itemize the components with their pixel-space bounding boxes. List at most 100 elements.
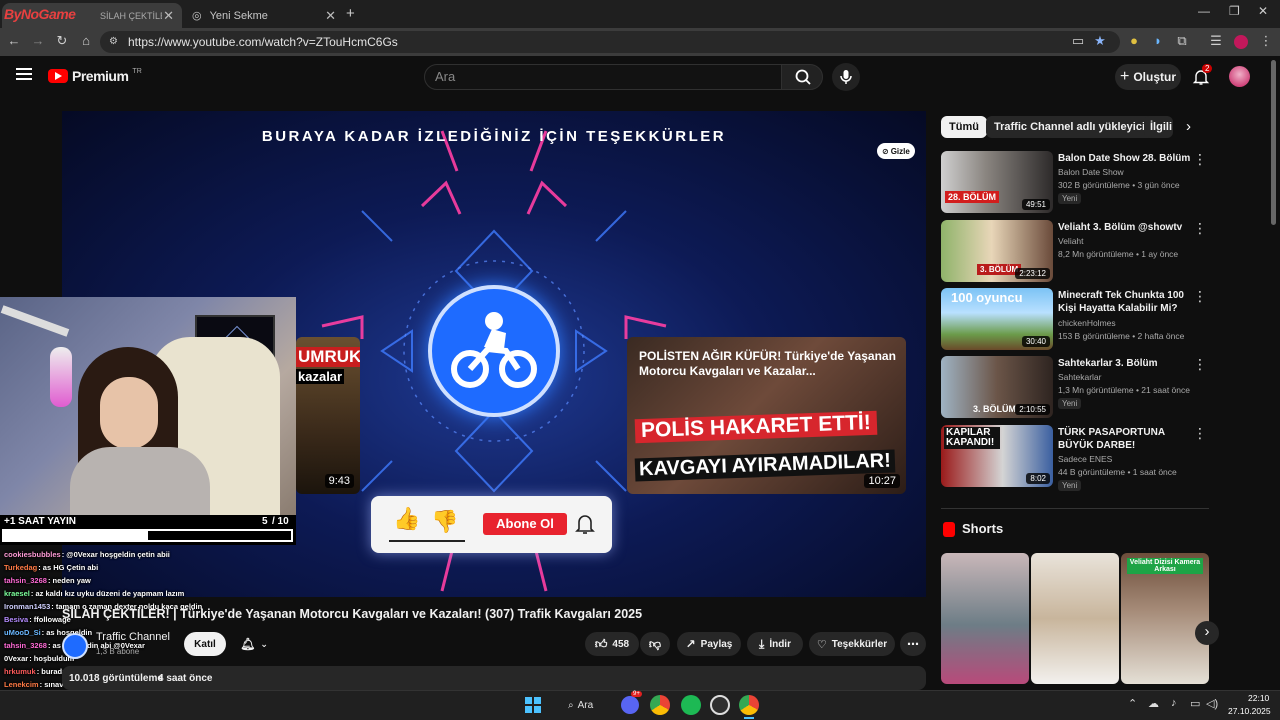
hamburger-icon[interactable]: [16, 68, 32, 80]
menu-icon[interactable]: ⋮: [1256, 33, 1276, 49]
video-title: SİLAH ÇEKTİLER! | Türkiye'de Yaşanan Mot…: [62, 607, 643, 621]
translate-icon[interactable]: ◗: [1148, 33, 1168, 48]
recommendation-item[interactable]: 28. BÖLÜM 49:51 Balon Date Show 28. Bölü…: [941, 151, 1211, 213]
chrome-icon[interactable]: [650, 695, 670, 715]
chevron-down-icon: ⌄: [260, 638, 268, 649]
notifications-button[interactable]: 2: [1192, 64, 1213, 86]
join-button[interactable]: Katıl: [184, 632, 226, 656]
recommendation-item[interactable]: 3. BÖLÜM 2:10:55 Sahtekarlar 3. Bölüm Sa…: [941, 356, 1211, 418]
recommendation-item[interactable]: 3. BÖLÜM 2:23:12 Veliaht 3. Bölüm @showt…: [941, 220, 1211, 282]
reading-list-icon[interactable]: ☰: [1206, 33, 1226, 49]
thumbnail-text: kazalar: [296, 369, 345, 384]
search-button[interactable]: [781, 64, 823, 90]
more-options-icon[interactable]: ⋮: [1193, 425, 1207, 442]
short-caption: Veliaht Dizisi Kamera Arkası: [1127, 558, 1203, 574]
volume-icon[interactable]: ◁): [1206, 697, 1218, 710]
chat-username: Turkedag: [4, 563, 38, 572]
tab-new[interactable]: ◎ Yeni Sekme ✕: [184, 3, 344, 28]
back-icon[interactable]: ←: [4, 33, 24, 48]
download-button[interactable]: ⤓ İndir: [747, 632, 803, 656]
extension-icon[interactable]: ●: [1124, 33, 1144, 48]
dislike-graphic-icon: 👍: [431, 509, 459, 534]
thanks-icon: ♡: [816, 638, 827, 651]
channel-logo-endscreen[interactable]: [428, 285, 560, 417]
endscreen-video-right[interactable]: POLİSTEN AĞIR KÜFÜR! Türkiye'de Yaşanan …: [627, 337, 906, 494]
hide-endscreen-button[interactable]: ⊘ Gizle: [877, 143, 915, 159]
windows-start-icon[interactable]: [522, 694, 544, 716]
chat-text: : neden yaw: [47, 576, 91, 585]
shorts-next-button[interactable]: ›: [1195, 621, 1219, 645]
description-box[interactable]: 10.018 görüntüleme 4 saat önce: [62, 666, 926, 690]
video-duration: 9:43: [324, 474, 354, 488]
share-button[interactable]: ↗ Paylaş: [677, 632, 741, 656]
display-icon[interactable]: ▭: [1190, 697, 1200, 710]
account-avatar[interactable]: [1229, 66, 1250, 87]
taskbar-search[interactable]: ⌕ Ara: [558, 695, 612, 715]
tray-mic-icon[interactable]: ♪: [1171, 697, 1177, 709]
home-icon[interactable]: ⌂: [76, 33, 96, 48]
channel-name: Balon Date Show: [1058, 167, 1124, 177]
voice-search-button[interactable]: [832, 63, 860, 91]
like-count: 458: [612, 638, 630, 650]
maximize-button[interactable]: ❐: [1229, 4, 1240, 18]
close-window-button[interactable]: ✕: [1258, 4, 1268, 18]
tray-overflow-icon[interactable]: ⌃: [1128, 697, 1137, 710]
endscreen-video-left[interactable]: UMRUK kazalar 9:43: [296, 337, 360, 494]
more-options-icon[interactable]: ⋮: [1193, 151, 1207, 168]
active-app-indicator: [744, 717, 754, 719]
puzzle-icon[interactable]: ⧉: [1172, 33, 1192, 49]
channel-avatar[interactable]: [62, 633, 88, 659]
recommendation-item[interactable]: KAPILAR KAPANDI! 8:02 TÜRK PASAPORTUNA B…: [941, 425, 1211, 491]
clock-time[interactable]: 22:10: [1248, 693, 1269, 703]
more-options-icon[interactable]: ⋮: [1193, 220, 1207, 237]
more-actions-button[interactable]: ⋯: [900, 632, 926, 656]
recommendation-item[interactable]: 100 oyuncu 30:40 Minecraft Tek Chunkta 1…: [941, 288, 1211, 350]
youtube-logo[interactable]: Premium TR: [48, 68, 142, 84]
thanks-button[interactable]: ♡ Teşekkürler: [809, 632, 895, 656]
spotify-icon[interactable]: [681, 695, 701, 715]
dislike-button[interactable]: 👎︎: [640, 632, 670, 656]
obs-icon[interactable]: [710, 695, 730, 715]
upload-age: 4 saat önce: [158, 673, 213, 684]
new-badge: Yeni: [1058, 398, 1082, 409]
video-meta: 8,2 Mn görüntüleme • 1 ay önce: [1058, 249, 1179, 259]
channel-name[interactable]: Traffic Channel: [96, 631, 170, 643]
chip-all[interactable]: Tümü: [941, 116, 987, 138]
profile-avatar[interactable]: [1234, 35, 1248, 49]
video-title: Balon Date Show 28. Bölüm: [1058, 153, 1191, 164]
more-options-icon[interactable]: ⋮: [1193, 356, 1207, 373]
cloud-icon[interactable]: ☁: [1148, 697, 1159, 710]
bookmark-star-icon[interactable]: ★: [1090, 33, 1110, 49]
minimize-button[interactable]: —: [1198, 4, 1210, 18]
discord-icon[interactable]: 9+: [621, 691, 642, 714]
cast-icon[interactable]: ▭: [1068, 33, 1088, 49]
logo-country: TR: [132, 67, 142, 75]
close-tab-icon[interactable]: ✕: [163, 8, 174, 24]
short-thumbnail[interactable]: [941, 553, 1029, 684]
short-thumbnail[interactable]: [1031, 553, 1119, 684]
page-scrollbar[interactable]: [1271, 60, 1276, 225]
video-duration: 8:02: [1026, 473, 1050, 484]
chip-related[interactable]: İlgili: [1144, 116, 1172, 138]
chat-username: Besiva: [4, 615, 29, 624]
create-button[interactable]: + Oluştur: [1115, 64, 1181, 90]
more-options-icon[interactable]: ⋮: [1193, 288, 1207, 305]
forward-icon[interactable]: →: [28, 33, 48, 48]
short-thumbnail[interactable]: Veliaht Dizisi Kamera Arkası: [1121, 553, 1209, 684]
address-bar[interactable]: ⚙ https://www.youtube.com/watch?v=ZTouHc…: [100, 31, 1120, 53]
microphone: [50, 347, 72, 407]
subscription-bell-button[interactable]: 🔔︎ ⌄: [230, 632, 278, 656]
clock-date[interactable]: 27.10.2025: [1228, 706, 1271, 716]
microphone-arm: [0, 305, 70, 337]
chat-text: : @0Vexar hoşgeldin çetin abii: [61, 550, 170, 559]
video-duration: 30:40: [1021, 336, 1050, 347]
like-button[interactable]: 👍︎ 458: [585, 632, 639, 656]
chips-next-icon[interactable]: ›: [1186, 118, 1191, 135]
reload-icon[interactable]: ↻: [52, 33, 72, 49]
site-info-icon[interactable]: ⚙: [109, 31, 118, 53]
chrome-active-icon[interactable]: [739, 695, 759, 715]
discord-badge: 9+: [631, 691, 642, 697]
new-tab-button[interactable]: +: [346, 5, 355, 22]
search-input[interactable]: Ara: [424, 64, 782, 90]
close-tab-icon[interactable]: ✕: [325, 8, 336, 24]
